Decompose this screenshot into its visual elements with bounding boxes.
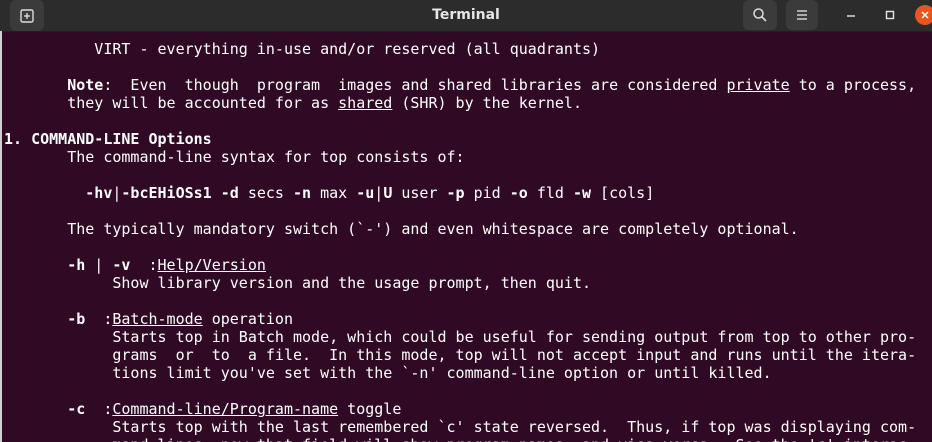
terminal-text: Starts top in Batch mode, which could be…: [4, 328, 917, 346]
bold-text: -hv: [85, 184, 113, 202]
search-button[interactable]: [743, 0, 777, 30]
bold-text: 1. COMMAND-LINE Options: [4, 130, 212, 148]
bold-text: -v: [112, 256, 131, 274]
bold-text: -u: [356, 184, 375, 202]
terminal-line: Show library version and the usage promp…: [4, 274, 591, 292]
new-tab-icon: [20, 8, 34, 23]
bold-text: -w: [572, 184, 592, 202]
terminal-text: toggle: [338, 400, 402, 418]
bold-text: -n: [293, 184, 312, 202]
minimize-button[interactable]: [838, 0, 864, 30]
terminal-text: :: [85, 400, 113, 418]
terminal-line: Note: Even though program images and sha…: [4, 76, 916, 94]
terminal-line: Starts top with the last remembered `c' …: [4, 418, 916, 436]
terminal-window: Terminal VIRT - everything in-use and/or…: [0, 0, 932, 442]
terminal-text: user: [392, 184, 447, 202]
terminal-text: :: [85, 310, 113, 328]
terminal-line: The typically mandatory switch (`-') and…: [4, 220, 799, 238]
underlined-text: Batch-mode: [112, 310, 203, 328]
terminal-line: mand lines, now that field will show pro…: [4, 436, 916, 442]
underlined-text: private: [726, 76, 790, 94]
terminal-line: 1. COMMAND-LINE Options: [4, 130, 212, 148]
terminal-text: : Even though program images and shared …: [103, 76, 727, 94]
terminal-text: to a process,: [789, 76, 917, 94]
terminal-text: secs: [238, 184, 293, 202]
terminal-line: -h | -v :Help/Version: [4, 256, 266, 274]
bold-text: -bcEHiOSs1: [121, 184, 212, 202]
terminal-text: pid: [464, 184, 510, 202]
underlined-text: Help/Version: [157, 256, 266, 274]
bold-text: -d: [220, 184, 239, 202]
terminal-text: VIRT - everything in-use and/or reserved…: [4, 40, 601, 58]
terminal-text: The command-line syntax for top consists…: [4, 148, 465, 166]
terminal-line: Starts top in Batch mode, which could be…: [4, 328, 916, 346]
terminal-text: |: [85, 256, 113, 274]
bold-text: -p: [446, 184, 465, 202]
terminal-text: |: [374, 184, 384, 202]
terminal-text: grams or to a file. In this mode, top wi…: [4, 346, 917, 364]
close-circle[interactable]: [915, 5, 932, 25]
bold-text: -b: [67, 310, 86, 328]
bold-text: U: [383, 184, 393, 202]
terminal-text: operation: [202, 310, 293, 328]
minimize-icon: [847, 15, 855, 17]
menu-button[interactable]: [786, 0, 818, 30]
terminal-line: tions limit you've set with the `-n' com…: [4, 364, 772, 382]
maximize-button[interactable]: [877, 0, 903, 30]
terminal-text: Show library version and the usage promp…: [4, 274, 591, 292]
terminal-text: mand lines, now that field will show pro…: [4, 436, 916, 442]
terminal-text: Starts top with the last remembered `c' …: [4, 418, 917, 436]
hamburger-menu-icon: [797, 10, 807, 20]
terminal-line: they will be accounted for as shared (SH…: [4, 94, 582, 112]
terminal-line: VIRT - everything in-use and/or reserved…: [4, 40, 600, 58]
terminal-line: -hv|-bcEHiOSs1 -d secs -n max -u|U user …: [4, 184, 654, 202]
title-bar: Terminal: [0, 0, 932, 32]
terminal-text: [cols]: [591, 184, 655, 202]
terminal-text: fld: [527, 184, 573, 202]
bold-text: Note: [67, 76, 104, 94]
terminal-text: (SHR) by the kernel.: [392, 94, 582, 112]
underlined-text: Command-line/Program-name: [112, 400, 339, 418]
terminal-line: -c :Command-line/Program-name toggle: [4, 400, 401, 418]
maximize-icon: [885, 10, 895, 20]
search-icon: [753, 8, 767, 22]
terminal-text: :: [130, 256, 158, 274]
terminal-text: they will be accounted for as: [4, 94, 339, 112]
underlined-text: shared: [338, 94, 393, 112]
window-left-edge: [0, 31, 2, 442]
terminal-text: max: [311, 184, 357, 202]
close-button[interactable]: [912, 0, 932, 30]
terminal-line: The command-line syntax for top consists…: [4, 148, 465, 166]
bold-text: -o: [509, 184, 528, 202]
bold-text: -h: [67, 256, 86, 274]
terminal-line: -b :Batch-mode operation: [4, 310, 293, 328]
terminal-line: grams or to a file. In this mode, top wi…: [4, 346, 916, 364]
terminal-text: The typically mandatory switch (`-') and…: [4, 220, 799, 238]
close-icon: [921, 11, 929, 19]
terminal-text: tions limit you've set with the `-n' com…: [4, 364, 772, 382]
new-tab-button[interactable]: [10, 0, 44, 31]
bold-text: -c: [67, 400, 86, 418]
